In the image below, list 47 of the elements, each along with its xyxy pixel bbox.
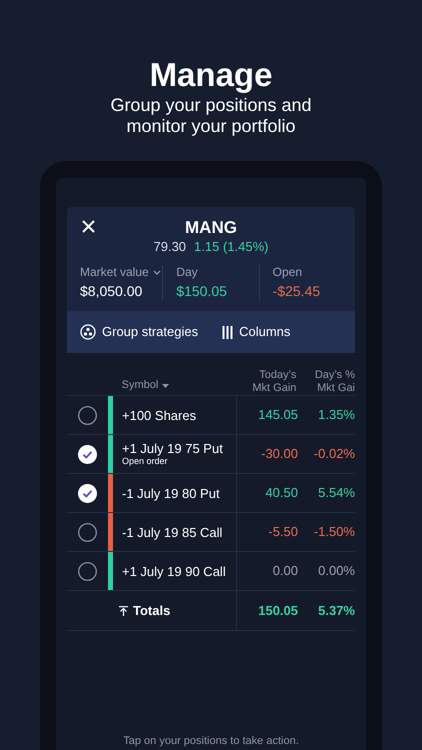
price-change: 1.15 (1.45%): [194, 239, 268, 255]
stat-label: Open: [272, 265, 302, 280]
checkbox[interactable]: [78, 562, 97, 580]
position-symbol[interactable]: -1 July 19 85 Call: [122, 524, 222, 540]
stat-label: Market value: [80, 265, 149, 280]
percent-value: -0.02%: [314, 445, 355, 464]
stat-label: Day: [176, 265, 198, 280]
checkbox[interactable]: [78, 444, 97, 464]
percent-value: -1.50%: [314, 523, 355, 542]
percent-value: 0.00%: [318, 562, 355, 580]
totals-gain: 150.05: [258, 602, 298, 620]
headline: Manage: [150, 56, 272, 94]
position-symbol[interactable]: +1 July 19 75 Put: [122, 441, 223, 456]
gain-value: -30.00: [261, 445, 298, 464]
columns-icon: [222, 326, 234, 338]
position-symbol[interactable]: +1 July 19 90 Call: [122, 564, 226, 578]
gain-value: 145.05: [258, 406, 298, 424]
sort-caret-icon[interactable]: [162, 384, 170, 388]
chevron-down-icon[interactable]: [152, 270, 161, 275]
percent-value: 5.54%: [318, 484, 355, 502]
stat-value: -$25.45: [272, 282, 322, 300]
order-status: Open order: [122, 456, 168, 467]
position-symbol[interactable]: -1 July 19 80 Put: [122, 486, 220, 500]
hint-text: Tap on your positions to take action.: [122, 735, 300, 748]
close-icon[interactable]: [82, 220, 95, 233]
position-symbol[interactable]: +100 Shares: [122, 408, 196, 422]
stat-value: $8,050.00: [80, 282, 144, 300]
gain-value: 0.00: [272, 562, 298, 580]
subtitle: Group your positions and monitor your portfolio: [109, 95, 313, 137]
group-strategies-button[interactable]: Group strategies: [80, 322, 198, 342]
collapse-up-icon[interactable]: [119, 606, 128, 616]
gain-value: 40.50: [265, 484, 298, 502]
checkbox[interactable]: [78, 484, 97, 502]
gain-value: -5.50: [268, 523, 298, 542]
column-header: Day’s % Mkt Gai: [314, 369, 355, 395]
checkbox[interactable]: [78, 406, 97, 424]
column-header: Today’s Mkt Gain: [251, 369, 296, 395]
percent-value: 1.35%: [318, 406, 355, 424]
stock-price: 79.30: [154, 239, 186, 255]
totals-percent: 5.37%: [318, 602, 355, 620]
stock-symbol: MANG: [185, 218, 237, 238]
group-icon: [80, 324, 96, 340]
checkbox[interactable]: [78, 522, 97, 542]
totals-label: Totals: [133, 602, 170, 620]
column-header[interactable]: Symbol: [122, 379, 158, 392]
columns-button[interactable]: Columns: [222, 322, 290, 342]
stat-value: $150.05: [176, 282, 228, 300]
